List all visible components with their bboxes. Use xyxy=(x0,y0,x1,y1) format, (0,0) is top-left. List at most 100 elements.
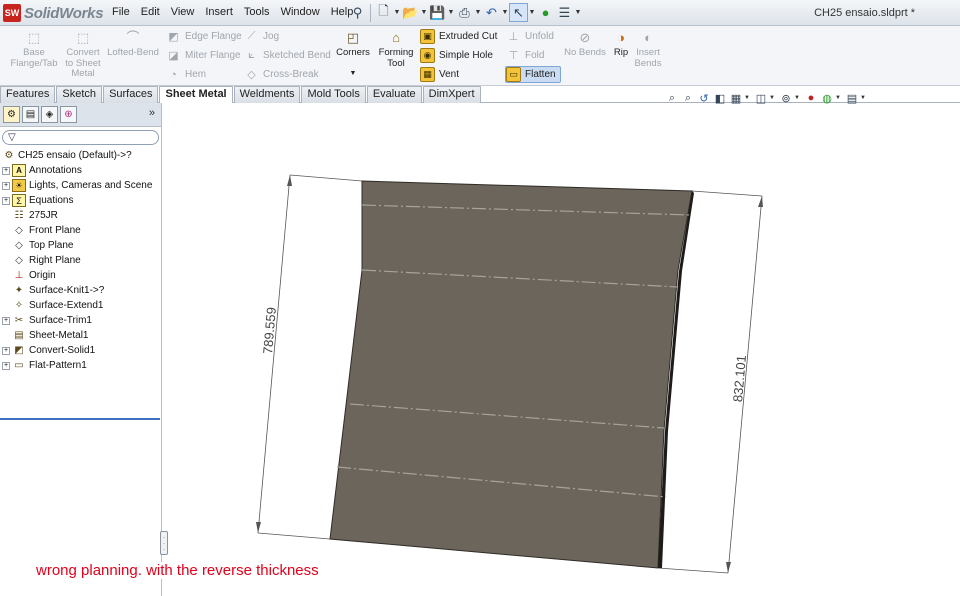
jog-button[interactable]: ⟋ Jog xyxy=(244,28,279,45)
tree-item-origin[interactable]: ⊥ Origin xyxy=(2,268,161,283)
solidworks-logo[interactable]: SW SolidWorks xyxy=(3,3,104,23)
tree-item-convert-solid1[interactable]: + ◩ Convert-Solid1 xyxy=(2,343,161,358)
rebuild-icon[interactable]: ● xyxy=(536,3,555,22)
tree-item-surface-knit1[interactable]: ✦ Surface-Knit1->? xyxy=(2,283,161,298)
rollback-bar[interactable] xyxy=(0,418,160,420)
zoom-to-fit-icon[interactable]: ⌕ xyxy=(664,90,680,106)
chevron-down-icon[interactable]: ▼ xyxy=(528,9,536,16)
forming-tool-button[interactable]: ⌂ Forming Tool xyxy=(377,30,415,69)
apply-scene-icon[interactable]: ◍ xyxy=(819,90,835,106)
tree-item-top-plane[interactable]: ◇ Top Plane xyxy=(2,238,161,253)
tab-surfaces[interactable]: Surfaces xyxy=(103,86,159,103)
dimension-value-left[interactable]: 789.559 xyxy=(260,307,279,355)
chevron-down-icon[interactable]: ▼ xyxy=(474,9,482,16)
insert-bends-button[interactable]: ◐ Insert Bends xyxy=(633,30,663,69)
menu-tools[interactable]: Tools xyxy=(244,6,270,18)
convert-to-sheet-metal-button[interactable]: ⬚ Convert to Sheet Metal xyxy=(62,30,104,80)
chevron-down-icon[interactable]: ▼ xyxy=(769,95,775,101)
zoom-to-area-icon[interactable]: ⌕ xyxy=(680,90,696,106)
tab-sketch[interactable]: Sketch xyxy=(56,86,103,103)
section-view-icon[interactable]: ◧ xyxy=(712,90,728,106)
tab-sheet-metal[interactable]: Sheet Metal xyxy=(159,86,233,104)
tab-weldments[interactable]: Weldments xyxy=(233,86,301,103)
chevron-down-icon[interactable]: ▼ xyxy=(393,9,401,16)
chevron-down-icon[interactable]: ▼ xyxy=(334,69,372,80)
undo-icon[interactable]: ↶ xyxy=(482,3,501,22)
menu-window[interactable]: Window xyxy=(281,6,320,18)
print-icon[interactable]: ⎙ xyxy=(455,3,474,22)
expand-toggle-icon[interactable]: + xyxy=(2,316,10,325)
menu-file[interactable]: File xyxy=(112,6,130,18)
menu-view[interactable]: View xyxy=(171,6,195,18)
chevron-down-icon[interactable]: ▼ xyxy=(744,95,750,101)
configuration-manager-tab-icon[interactable]: ◈ xyxy=(41,106,58,123)
cross-break-button[interactable]: ◇ Cross-Break xyxy=(244,66,318,83)
tab-evaluate[interactable]: Evaluate xyxy=(366,86,422,103)
tab-dimxpert[interactable]: DimXpert xyxy=(422,86,481,103)
miter-flange-button[interactable]: ◪ Miter Flange xyxy=(166,47,240,64)
simple-hole-button[interactable]: ◉ Simple Hole xyxy=(420,47,493,64)
expand-toggle-icon[interactable]: + xyxy=(2,196,10,205)
new-icon[interactable]: 🗋 xyxy=(374,3,393,22)
dimension-value-right[interactable]: 832.101 xyxy=(730,355,749,403)
expand-toggle-icon[interactable]: + xyxy=(2,361,10,370)
tree-item-surface-trim1[interactable]: + ✂ Surface-Trim1 xyxy=(2,313,161,328)
display-style-icon[interactable]: ◫ xyxy=(753,90,769,106)
no-bends-button[interactable]: ⊘ No Bends xyxy=(563,30,607,59)
chevron-down-icon[interactable]: ▼ xyxy=(794,95,800,101)
tree-root-part[interactable]: ⚙ CH25 ensaio (Default)->? xyxy=(2,148,161,163)
sheet-metal-part[interactable] xyxy=(329,180,693,569)
chevron-down-icon[interactable]: ▼ xyxy=(501,9,509,16)
expand-toggle-icon[interactable]: + xyxy=(2,166,10,175)
vent-button[interactable]: ▦ Vent xyxy=(420,66,459,83)
chevron-down-icon[interactable]: ▼ xyxy=(860,95,866,101)
edit-appearance-icon[interactable]: ● xyxy=(803,90,819,106)
options-icon[interactable]: ☰ xyxy=(555,3,574,22)
chevron-down-icon[interactable]: ▼ xyxy=(574,9,582,16)
feature-tree-filter[interactable]: ▽ xyxy=(2,130,159,145)
chevron-down-icon[interactable]: ▼ xyxy=(447,9,455,16)
tree-item-lights-cameras-and-scene[interactable]: + ☀ Lights, Cameras and Scene xyxy=(2,178,161,193)
base-flange-button[interactable]: ⬚ Base Flange/Tab xyxy=(8,30,60,69)
chevron-down-icon[interactable]: ▼ xyxy=(835,95,841,101)
menu-insert[interactable]: Insert xyxy=(205,6,233,18)
save-icon[interactable]: 💾 xyxy=(428,3,447,22)
dimxpert-manager-tab-icon[interactable]: ⊕ xyxy=(60,106,77,123)
tab-mold-tools[interactable]: Mold Tools xyxy=(301,86,366,103)
tree-item-equations[interactable]: + Σ Equations xyxy=(2,193,161,208)
expand-toggle-icon[interactable]: + xyxy=(2,181,10,190)
tree-item-sheet-metal1[interactable]: ▤ Sheet-Metal1 xyxy=(2,328,161,343)
tree-item-275jr[interactable]: ☷ 275JR xyxy=(2,208,161,223)
fold-button[interactable]: ⊤ Fold xyxy=(506,47,545,64)
feature-tree-tab-icon[interactable]: ⚙ xyxy=(3,106,20,123)
sketched-bend-button[interactable]: ⟀ Sketched Bend xyxy=(244,47,331,64)
tree-item-annotations[interactable]: + A Annotations xyxy=(2,163,161,178)
edge-flange-button[interactable]: ◩ Edge Flange xyxy=(166,28,241,45)
view-orientation-icon[interactable]: ▦ xyxy=(728,90,744,106)
graphics-area[interactable]: 789.559 832.101 xyxy=(163,103,960,596)
select-icon[interactable]: ↖ xyxy=(509,3,528,22)
extruded-cut-button[interactable]: ▣ Extruded Cut xyxy=(420,28,497,45)
tree-item-right-plane[interactable]: ◇ Right Plane xyxy=(2,253,161,268)
previous-view-icon[interactable]: ↺ xyxy=(696,90,712,106)
model-viewport[interactable]: 789.559 832.101 xyxy=(163,103,960,596)
hem-button[interactable]: ◔ Hem xyxy=(166,66,206,83)
open-icon[interactable]: 📂 xyxy=(401,3,420,22)
unfold-button[interactable]: ⊥ Unfold xyxy=(506,28,554,45)
tab-features[interactable]: Features xyxy=(0,86,56,103)
tree-item-surface-extend1[interactable]: ✧ Surface-Extend1 xyxy=(2,298,161,313)
menu-edit[interactable]: Edit xyxy=(141,6,160,18)
expand-toggle-icon[interactable]: + xyxy=(2,346,10,355)
expand-panel-icon[interactable]: » xyxy=(149,107,155,119)
chevron-down-icon[interactable]: ▼ xyxy=(420,9,428,16)
property-manager-tab-icon[interactable]: ▤ xyxy=(22,106,39,123)
panel-splitter-handle[interactable]: · · · xyxy=(160,531,168,555)
lofted-bend-button[interactable]: ⌒ Lofted-Bend xyxy=(106,30,160,59)
tree-item-front-plane[interactable]: ◇ Front Plane xyxy=(2,223,161,238)
corners-button[interactable]: ◰ Corners ▼ xyxy=(334,30,372,79)
tree-item-flat-pattern1[interactable]: + ▭ Flat-Pattern1 xyxy=(2,358,161,373)
flatten-button[interactable]: ▭ Flatten xyxy=(505,66,561,83)
rip-button[interactable]: ◑ Rip xyxy=(608,30,634,59)
hide-show-items-icon[interactable]: ⊚ xyxy=(778,90,794,106)
pin-icon[interactable]: ⚲ xyxy=(348,3,367,22)
